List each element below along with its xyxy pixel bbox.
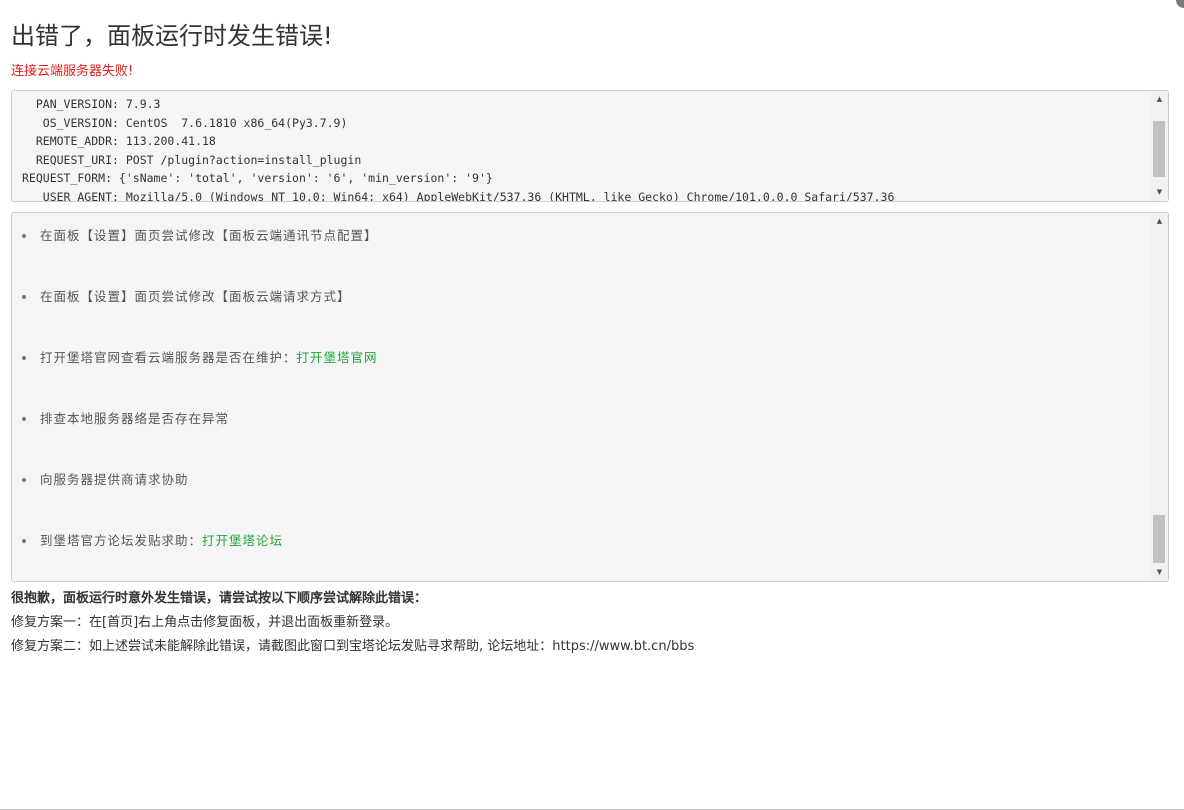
scroll-down-arrow-icon[interactable]: ▼ [1151, 564, 1168, 581]
corner-badge [1176, 0, 1184, 8]
open-forum-link[interactable]: 打开堡塔论坛 [202, 533, 283, 548]
info-line-request-uri: REQUEST_URI: POST /plugin?action=install… [22, 152, 362, 167]
tip-item: 打开堡塔官网查看云端服务器是否在维护：打开堡塔官网 [22, 344, 378, 405]
tip-item: 到堡塔官方论坛发贴求助：打开堡塔论坛 [22, 527, 378, 581]
connection-error-text: 连接云端服务器失败! [11, 64, 134, 79]
info-line-os-version: OS_VERSION: CentOS 7.6.1810 x86_64(Py3.7… [22, 115, 348, 130]
error-info-text: PAN_VERSION: 7.9.3 OS_VERSION: CentOS 7.… [22, 95, 1148, 202]
troubleshooting-panel[interactable]: 在面板【设置】面页尝试修改【面板云端通讯节点配置】 在面板【设置】面页尝试修改【… [11, 212, 1169, 582]
tip-text: 在面板【设置】面页尝试修改【面板云端通讯节点配置】 [40, 228, 378, 243]
scroll-up-arrow-icon[interactable]: ▲ [1151, 213, 1168, 230]
open-official-site-link[interactable]: 打开堡塔官网 [297, 350, 378, 365]
tip-text: 向服务器提供商请求协助 [40, 472, 189, 487]
info-line-remote-addr: REMOTE_ADDR: 113.200.41.18 [22, 134, 216, 148]
page-title: 出错了，面板运行时发生错误! [11, 22, 333, 50]
tip-item: 在面板【设置】面页尝试修改【面板云端请求方式】 [22, 283, 378, 344]
tips-scrollbar[interactable]: ▲ ▼ [1151, 213, 1168, 581]
fix-plan-one: 修复方案一：在[首页]右上角点击修复面板，并退出面板重新登录。 [11, 615, 399, 630]
troubleshooting-list: 在面板【设置】面页尝试修改【面板云端通讯节点配置】 在面板【设置】面页尝试修改【… [12, 222, 378, 581]
apology-heading: 很抱歉，面板运行时意外发生错误，请尝试按以下顺序尝试解除此错误： [11, 591, 428, 606]
tip-text: 排查本地服务器络是否存在异常 [40, 411, 230, 426]
scroll-down-arrow-icon[interactable]: ▼ [1151, 184, 1168, 201]
error-info-panel[interactable]: PAN_VERSION: 7.9.3 OS_VERSION: CentOS 7.… [11, 90, 1169, 202]
info-scrollbar[interactable]: ▲ ▼ [1151, 91, 1168, 201]
fix-plan-two: 修复方案二：如上述尝试未能解除此错误，请截图此窗口到宝塔论坛发贴寻求帮助, 论坛… [11, 639, 695, 654]
info-line-request-form: REQUEST_FORM: {'sName': 'total', 'versio… [22, 171, 493, 185]
tip-text: 到堡塔官方论坛发贴求助： [40, 533, 203, 548]
info-line-user-agent: USER_AGENT: Mozilla/5.0 (Windows NT 10.0… [22, 189, 895, 202]
tip-item: 在面板【设置】面页尝试修改【面板云端通讯节点配置】 [22, 222, 378, 283]
info-line-pan-version: PAN_VERSION: 7.9.3 [22, 97, 161, 111]
scroll-up-arrow-icon[interactable]: ▲ [1151, 91, 1168, 108]
info-scroll-thumb[interactable] [1153, 121, 1165, 177]
tips-scroll-thumb[interactable] [1153, 515, 1165, 563]
tip-text: 在面板【设置】面页尝试修改【面板云端请求方式】 [40, 289, 351, 304]
tip-text: 打开堡塔官网查看云端服务器是否在维护： [40, 350, 297, 365]
tip-item: 向服务器提供商请求协助 [22, 466, 378, 527]
tip-item: 排查本地服务器络是否存在异常 [22, 405, 378, 466]
